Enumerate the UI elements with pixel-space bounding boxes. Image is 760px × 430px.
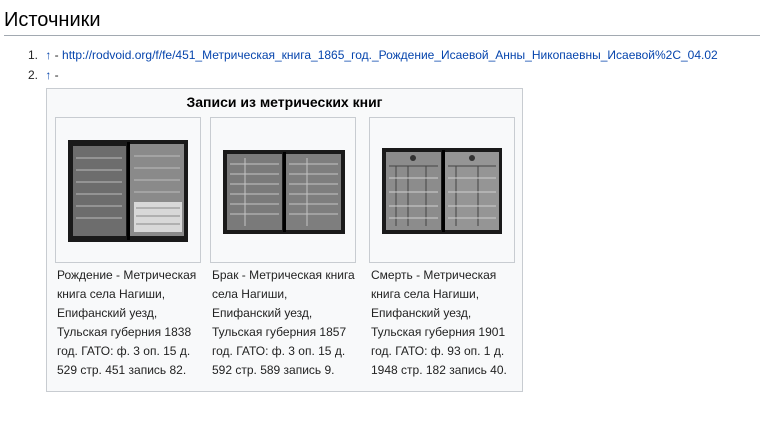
- reference-separator: -: [51, 48, 63, 62]
- gallery-title: Записи из метрических книг: [186, 94, 383, 110]
- gallery-caption: Рождение - Метрическая книга села Нагиши…: [57, 268, 197, 377]
- record-book-image[interactable]: [211, 118, 355, 262]
- image-gallery: Записи из метрических книг Рождение - Ме…: [46, 88, 523, 392]
- record-book-image[interactable]: [56, 118, 200, 262]
- thumbnail-frame[interactable]: [55, 117, 201, 263]
- gallery-caption: Брак - Метрическая книга села Нагиши, Еп…: [212, 268, 355, 377]
- gallery-item-marriage: Брак - Метрическая книга села Нагиши, Еп…: [210, 117, 356, 380]
- record-book-image[interactable]: [370, 118, 514, 262]
- reference-item-2: 2. ↑ -: [28, 66, 718, 86]
- reference-separator: -: [51, 68, 59, 82]
- thumbnail-frame[interactable]: [210, 117, 356, 263]
- reference-url-link[interactable]: http://rodvoid.org/f/fe/451_Метрическая_…: [62, 48, 718, 62]
- thumbnail-frame[interactable]: [369, 117, 515, 263]
- reference-number: 2.: [28, 68, 39, 82]
- reference-item-1: 1. ↑ - http://rodvoid.org/f/fe/451_Метри…: [28, 46, 718, 66]
- section-heading: Источники: [4, 6, 760, 36]
- gallery-caption: Смерть - Метрическая книга села Нагиши, …: [371, 268, 507, 377]
- reference-number: 1.: [28, 48, 39, 62]
- gallery-item-death: Смерть - Метрическая книга села Нагиши, …: [369, 117, 515, 380]
- gallery-item-birth: Рождение - Метрическая книга села Нагиши…: [55, 117, 201, 380]
- references-list: 1. ↑ - http://rodvoid.org/f/fe/451_Метри…: [28, 46, 718, 86]
